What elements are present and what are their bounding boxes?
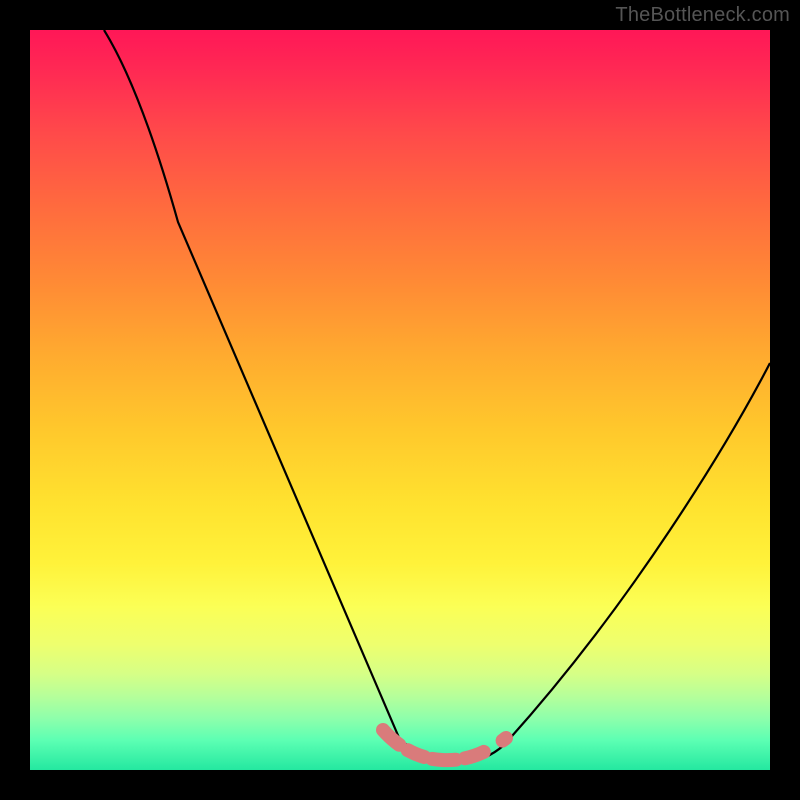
curve-right-ascent	[504, 363, 770, 745]
watermark-text: TheBottleneck.com	[615, 4, 790, 27]
chart-frame: TheBottleneck.com	[0, 0, 800, 800]
plot-area	[30, 30, 770, 770]
curve-layer	[30, 30, 770, 770]
trough-highlight	[383, 730, 506, 760]
curve-left-descent	[104, 30, 400, 740]
